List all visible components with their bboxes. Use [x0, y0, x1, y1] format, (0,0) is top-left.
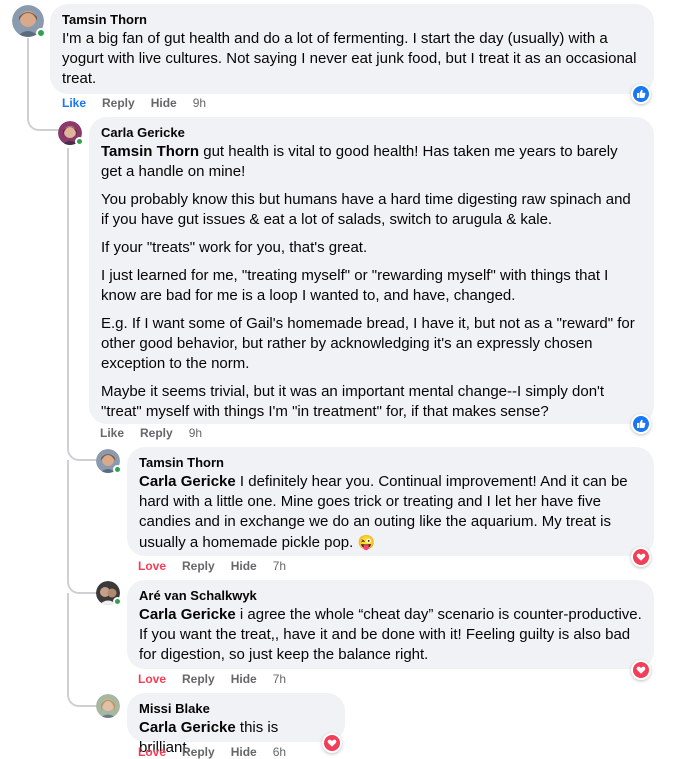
timestamp[interactable]: 7h	[273, 559, 286, 573]
avatar[interactable]	[96, 581, 122, 606]
reply-button[interactable]: Reply	[182, 745, 215, 759]
online-status-dot	[113, 597, 122, 606]
avatar[interactable]	[58, 121, 84, 146]
comment-bubble: Tamsin Thorn Carla Gericke I definitely …	[127, 447, 654, 556]
comment-bubble: Missi Blake Carla Gericke this is brilli…	[127, 693, 345, 756]
like-icon	[633, 86, 649, 102]
heart-icon	[633, 662, 649, 678]
comment-text: Carla Gericke i agree the whole “cheat d…	[139, 605, 642, 665]
hide-button[interactable]: Hide	[231, 559, 257, 573]
comment-text: Carla Gericke I definitely hear you. Con…	[139, 472, 642, 553]
comment-author[interactable]: Missi Blake	[139, 701, 333, 717]
thread-line	[67, 593, 107, 707]
comment-text: I just learned for me, "treating myself"…	[101, 267, 609, 304]
reaction-badge[interactable]	[631, 414, 651, 434]
reaction-badge[interactable]	[631, 547, 651, 567]
comment-text: I'm a big fan of gut health and do a lot…	[62, 30, 637, 87]
comment-author[interactable]: Tamsin Thorn	[139, 455, 642, 471]
comment-actions: Love Reply Hide 7h	[138, 672, 286, 686]
comment-bubble: Tamsin Thorn I'm a big fan of gut health…	[50, 4, 654, 94]
comment-actions: Love Reply Hide 7h	[138, 559, 286, 573]
winking-tongue-emoji-icon: 😜	[357, 534, 375, 550]
timestamp[interactable]: 9h	[193, 96, 206, 110]
mention-link[interactable]: Tamsin Thorn	[101, 143, 199, 160]
hide-button[interactable]: Hide	[231, 672, 257, 686]
heart-icon	[633, 549, 649, 565]
timestamp[interactable]: 9h	[189, 426, 202, 440]
timestamp[interactable]: 7h	[273, 672, 286, 686]
hide-button[interactable]: Hide	[151, 96, 177, 110]
avatar[interactable]	[96, 694, 120, 718]
mention-link[interactable]: Carla Gericke	[139, 473, 236, 490]
comment-actions: Love Reply Hide 6h	[138, 745, 286, 759]
comment-bubble: Carla Gericke Tamsin Thorn gut health is…	[89, 117, 654, 424]
reaction-badge[interactable]	[322, 733, 342, 753]
heart-icon	[324, 735, 340, 751]
like-button[interactable]: Like	[100, 426, 124, 440]
comment-text: You probably know this but humans have a…	[101, 191, 631, 228]
comment-text: Maybe it seems trivial, but it was an im…	[101, 383, 605, 420]
reply-button[interactable]: Reply	[182, 559, 215, 573]
reply-button[interactable]: Reply	[140, 426, 173, 440]
online-status-dot	[113, 465, 122, 474]
mention-link[interactable]: Carla Gericke	[139, 606, 236, 623]
profile-photo-icon	[96, 694, 120, 718]
comment-actions: Like Reply 9h	[100, 426, 202, 440]
comment-text: If your "treats" work for you, that's gr…	[101, 239, 368, 256]
comment-text: Tamsin Thorn gut health is vital to good…	[101, 142, 642, 182]
reply-button[interactable]: Reply	[182, 672, 215, 686]
online-status-dot	[75, 137, 84, 146]
thread-line	[67, 460, 107, 594]
mention-link[interactable]: Carla Gericke	[139, 719, 236, 736]
online-status-dot	[36, 28, 46, 38]
comment-text: E.g. If I want some of Gail's homemade b…	[101, 315, 635, 372]
comment-bubble: Aré van Schalkwyk Carla Gericke i agree …	[127, 580, 654, 669]
comment-author[interactable]: Tamsin Thorn	[62, 12, 642, 28]
comment-author[interactable]: Carla Gericke	[101, 125, 642, 141]
love-button[interactable]: Love	[138, 672, 166, 686]
love-button[interactable]: Love	[138, 559, 166, 573]
love-button[interactable]: Love	[138, 745, 166, 759]
hide-button[interactable]: Hide	[231, 745, 257, 759]
timestamp[interactable]: 6h	[273, 745, 286, 759]
reply-button[interactable]: Reply	[102, 96, 135, 110]
avatar[interactable]	[96, 449, 122, 474]
comment-actions: Like Reply Hide 9h	[62, 96, 206, 110]
comment-author[interactable]: Aré van Schalkwyk	[139, 588, 642, 604]
reaction-badge[interactable]	[631, 84, 651, 104]
like-button[interactable]: Like	[62, 96, 86, 110]
like-icon	[633, 416, 649, 432]
avatar[interactable]	[12, 5, 46, 38]
reaction-badge[interactable]	[631, 660, 651, 680]
